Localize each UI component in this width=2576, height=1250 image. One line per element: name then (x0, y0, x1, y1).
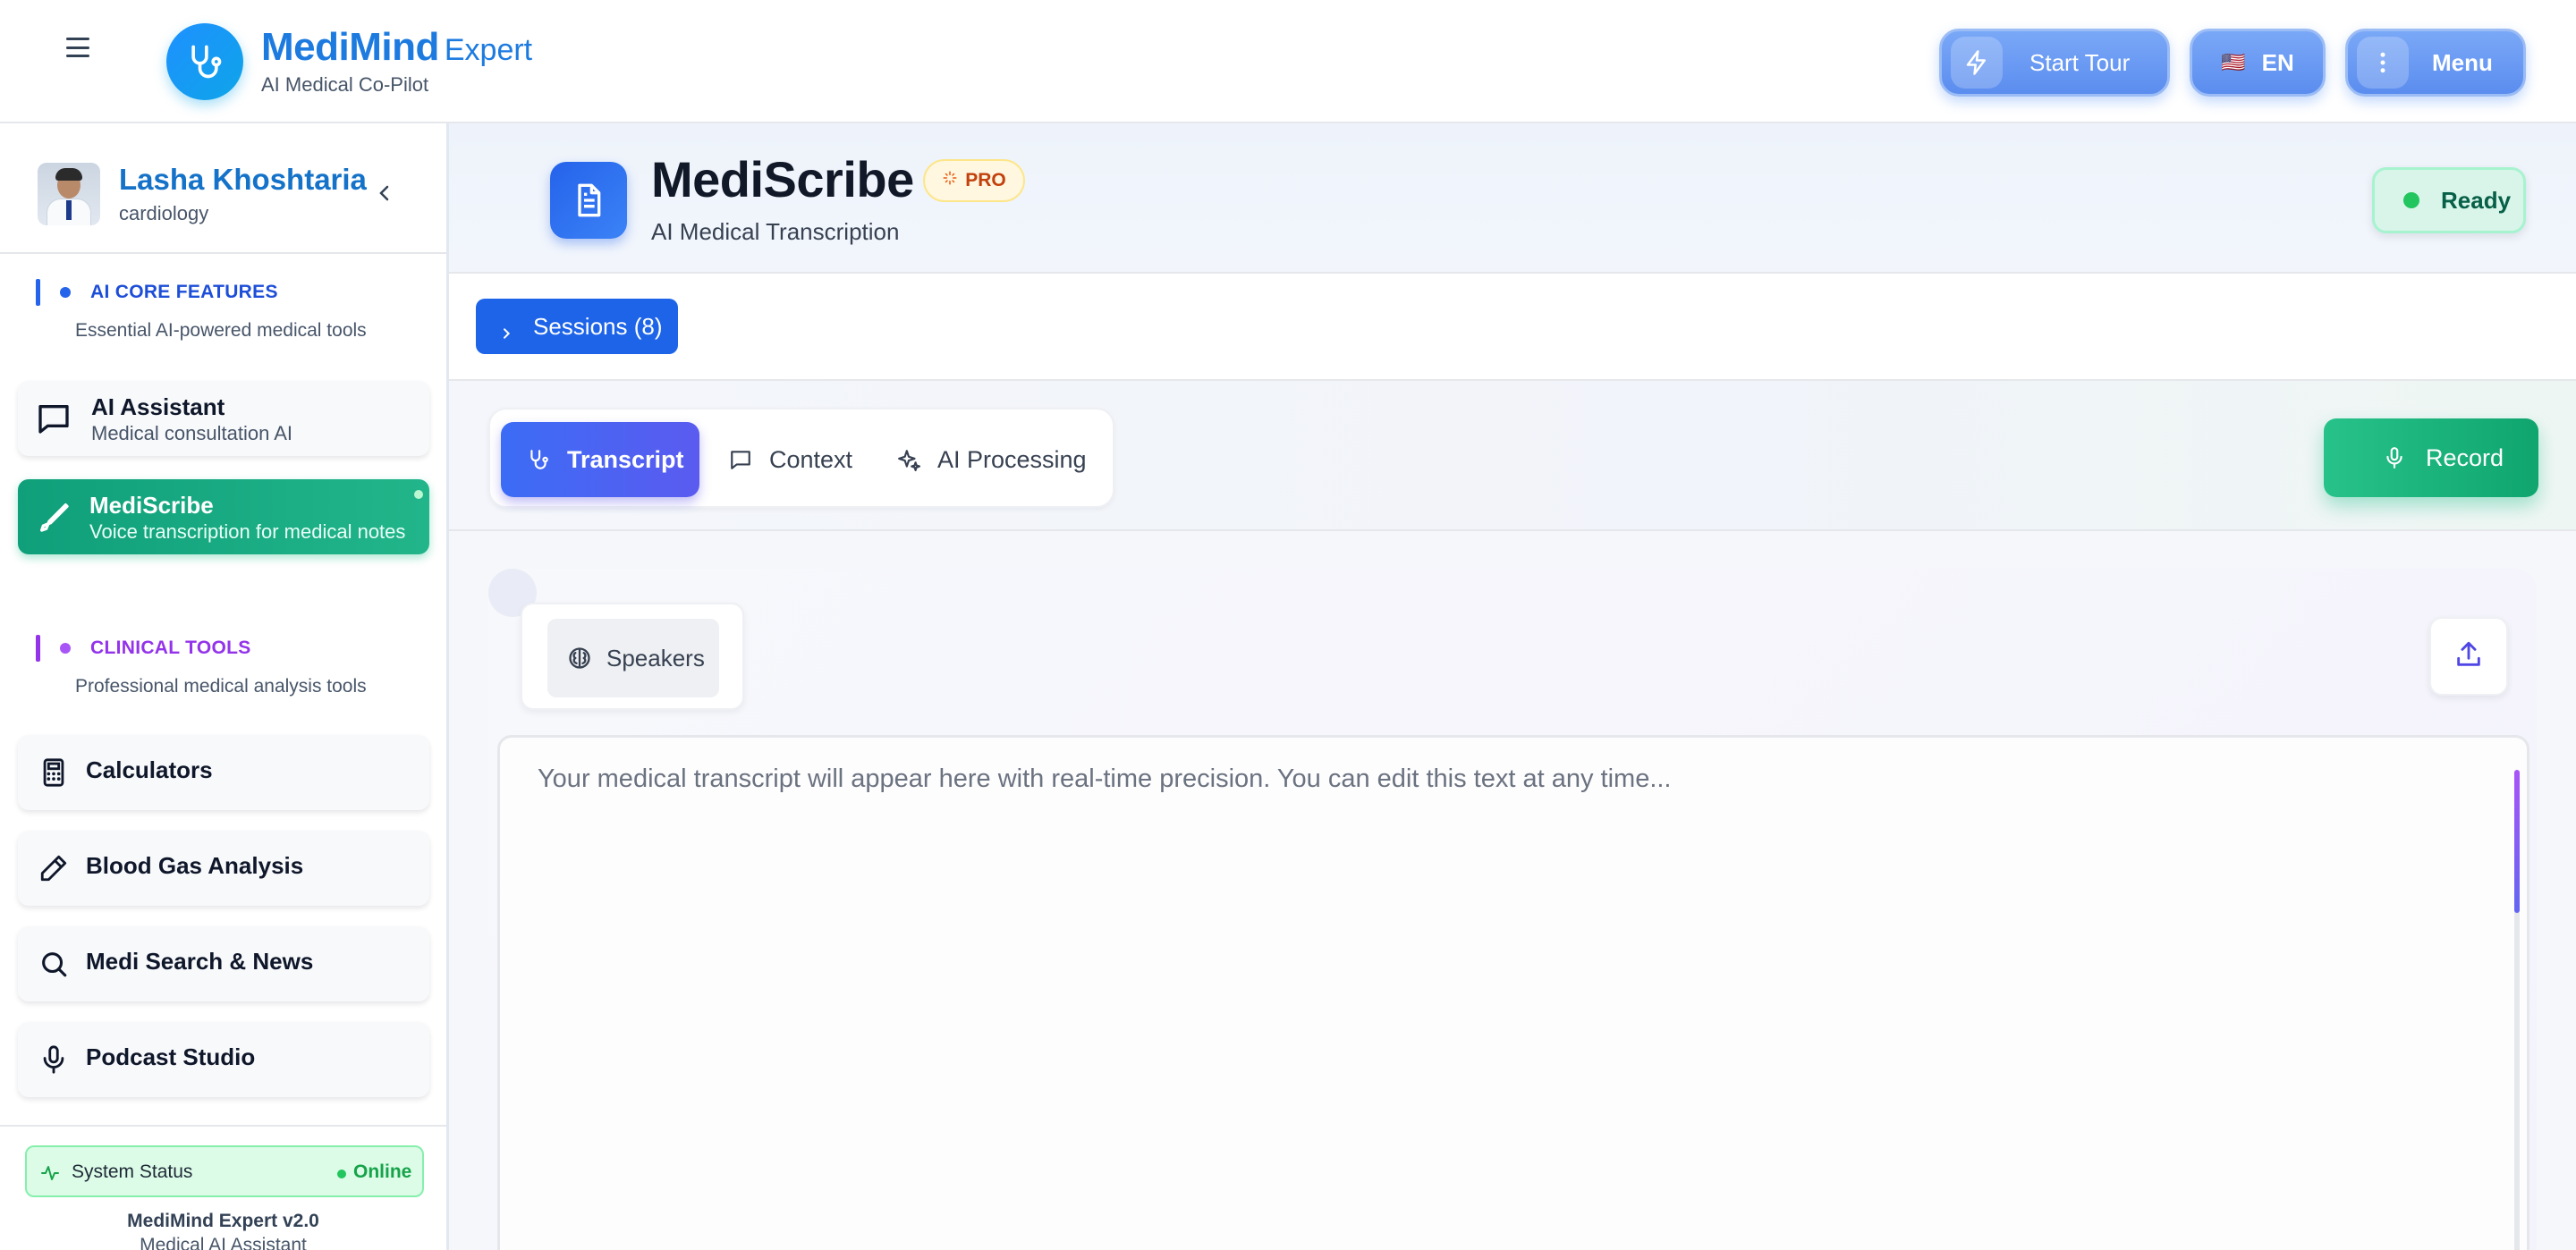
pen-icon (36, 850, 72, 886)
user-name: Lasha Khoshtaria (119, 163, 367, 196)
hamburger-menu-icon[interactable] (63, 34, 93, 61)
sidebar-item-blood-gas-analysis[interactable]: Blood Gas Analysis (18, 831, 429, 906)
active-indicator-dot (414, 490, 423, 499)
tabs-toolbar: Transcript Context AI Processing Record (449, 381, 2576, 531)
mic-icon (2383, 445, 2406, 470)
section-title: AI CORE FEATURES (90, 282, 278, 302)
brand-tagline: AI Medical Co-Pilot (261, 73, 429, 96)
speakers-label: Speakers (606, 644, 705, 671)
brand: MediMind Expert AI Medical Co-Pilot (261, 25, 532, 97)
sidebar-item-sublabel: Medical consultation AI (91, 422, 293, 444)
collapse-sidebar-chevron-left-icon[interactable] (374, 182, 395, 204)
section-header-ai-core: AI CORE FEATURES (36, 279, 278, 306)
transcript-placeholder: Your medical transcript will appear here… (538, 764, 1672, 793)
language-button[interactable]: 🇺🇸 EN (2190, 29, 2326, 97)
language-label: EN (2261, 48, 2294, 76)
mic-icon (36, 1042, 72, 1077)
upload-export-button[interactable] (2429, 617, 2508, 696)
sidebar-item-medi-search-news[interactable]: Medi Search & News (18, 926, 429, 1001)
document-icon (550, 162, 627, 239)
sidebar-item-mediscribe[interactable]: MediScribe Voice transcription for medic… (18, 479, 429, 554)
sidebar-item-sublabel: Voice transcription for medical notes (89, 520, 406, 543)
chevron-right-icon (499, 319, 513, 339)
start-tour-button[interactable]: Start Tour (1939, 29, 2170, 97)
stethoscope-logo-icon (166, 23, 243, 100)
tab-context[interactable]: Context (721, 422, 864, 497)
start-tour-label: Start Tour (2029, 48, 2131, 76)
sidebar-item-ai-assistant[interactable]: AI Assistant Medical consultation AI (18, 381, 429, 456)
status-dot (2403, 192, 2419, 208)
status-label: Ready (2441, 186, 2512, 214)
brain-icon (567, 646, 592, 671)
activity-icon (39, 1162, 61, 1184)
page-title: MediScribe (651, 151, 914, 207)
menu-label: Menu (2432, 48, 2493, 76)
sidebar-item-label: MediScribe (89, 492, 214, 519)
speakers-button[interactable]: Speakers (547, 619, 719, 697)
sessions-label: Sessions (8) (533, 312, 663, 340)
sparkles-icon (896, 447, 921, 472)
sidebar-item-label: Calculators (86, 756, 213, 783)
record-button[interactable]: Record (2324, 418, 2538, 497)
speakers-card: Speakers (521, 603, 744, 710)
chat-icon (36, 401, 72, 436)
sidebar-item-label: AI Assistant (91, 393, 225, 420)
section-title: CLINICAL TOOLS (90, 638, 251, 658)
tab-label: Transcript (567, 445, 684, 473)
brand-name: MediMind (261, 25, 439, 69)
sidebar-item-label: Blood Gas Analysis (86, 852, 304, 879)
upload-icon (2453, 639, 2484, 674)
chat-icon (728, 447, 753, 472)
us-flag-icon: 🇺🇸 (2221, 51, 2246, 73)
user-specialty: cardiology (119, 202, 209, 224)
sidebar-item-calculators[interactable]: Calculators (18, 735, 429, 810)
tab-label: AI Processing (937, 445, 1087, 473)
pro-badge-label: PRO (965, 170, 1006, 190)
system-status-card: System Status Online (25, 1145, 424, 1197)
system-status-label: System Status (72, 1161, 193, 1182)
stethoscope-icon (36, 499, 72, 535)
page-subtitle: AI Medical Transcription (651, 218, 900, 245)
sparkles-icon (942, 170, 958, 191)
tab-label: Context (769, 445, 853, 473)
search-icon (36, 946, 72, 982)
lightning-icon (1951, 37, 2003, 89)
section-subtitle: Essential AI-powered medical tools (75, 320, 367, 341)
sidebar-footer-divider (0, 1125, 446, 1127)
system-status-value: Online (353, 1161, 412, 1182)
section-header-clinical-tools: CLINICAL TOOLS (36, 635, 251, 662)
more-vertical-icon (2357, 37, 2409, 89)
status-badge: Ready (2372, 167, 2526, 233)
sidebar-item-label: Medi Search & News (86, 948, 314, 975)
status-dot (337, 1170, 346, 1178)
tab-group: Transcript Context AI Processing (488, 408, 1114, 508)
app-version-sub: Medical AI Assistant (140, 1235, 307, 1250)
app-version: MediMind Expert v2.0 (127, 1211, 319, 1231)
tab-ai-processing[interactable]: AI Processing (889, 422, 1104, 497)
avatar[interactable] (38, 163, 100, 225)
sidebar: Lasha Khoshtaria cardiology AI CORE FEAT… (0, 123, 449, 1250)
record-label: Record (2426, 443, 2504, 471)
stethoscope-icon (526, 447, 551, 472)
pro-badge: PRO (923, 159, 1025, 202)
menu-button[interactable]: Menu (2345, 29, 2526, 97)
sidebar-item-label: Podcast Studio (86, 1043, 256, 1070)
transcript-textarea[interactable]: Your medical transcript will appear here… (497, 735, 2529, 1250)
sessions-button[interactable]: Sessions (8) (476, 299, 678, 354)
tab-transcript[interactable]: Transcript (501, 422, 699, 497)
page-header: MediScribe PRO AI Medical Transcription … (449, 123, 2576, 274)
calculator-icon (36, 755, 72, 790)
brand-suffix: Expert (444, 33, 533, 67)
user-profile: Lasha Khoshtaria cardiology (0, 123, 446, 254)
scrollbar-thumb[interactable] (2514, 770, 2520, 913)
transcript-workspace: Speakers Your medical transcript will ap… (488, 569, 2537, 1250)
section-subtitle: Professional medical analysis tools (75, 676, 367, 697)
top-header: MediMind Expert AI Medical Co-Pilot Start… (0, 0, 2576, 123)
sessions-bar: Sessions (8) (449, 274, 2576, 381)
sidebar-item-podcast-studio[interactable]: Podcast Studio (18, 1022, 429, 1097)
